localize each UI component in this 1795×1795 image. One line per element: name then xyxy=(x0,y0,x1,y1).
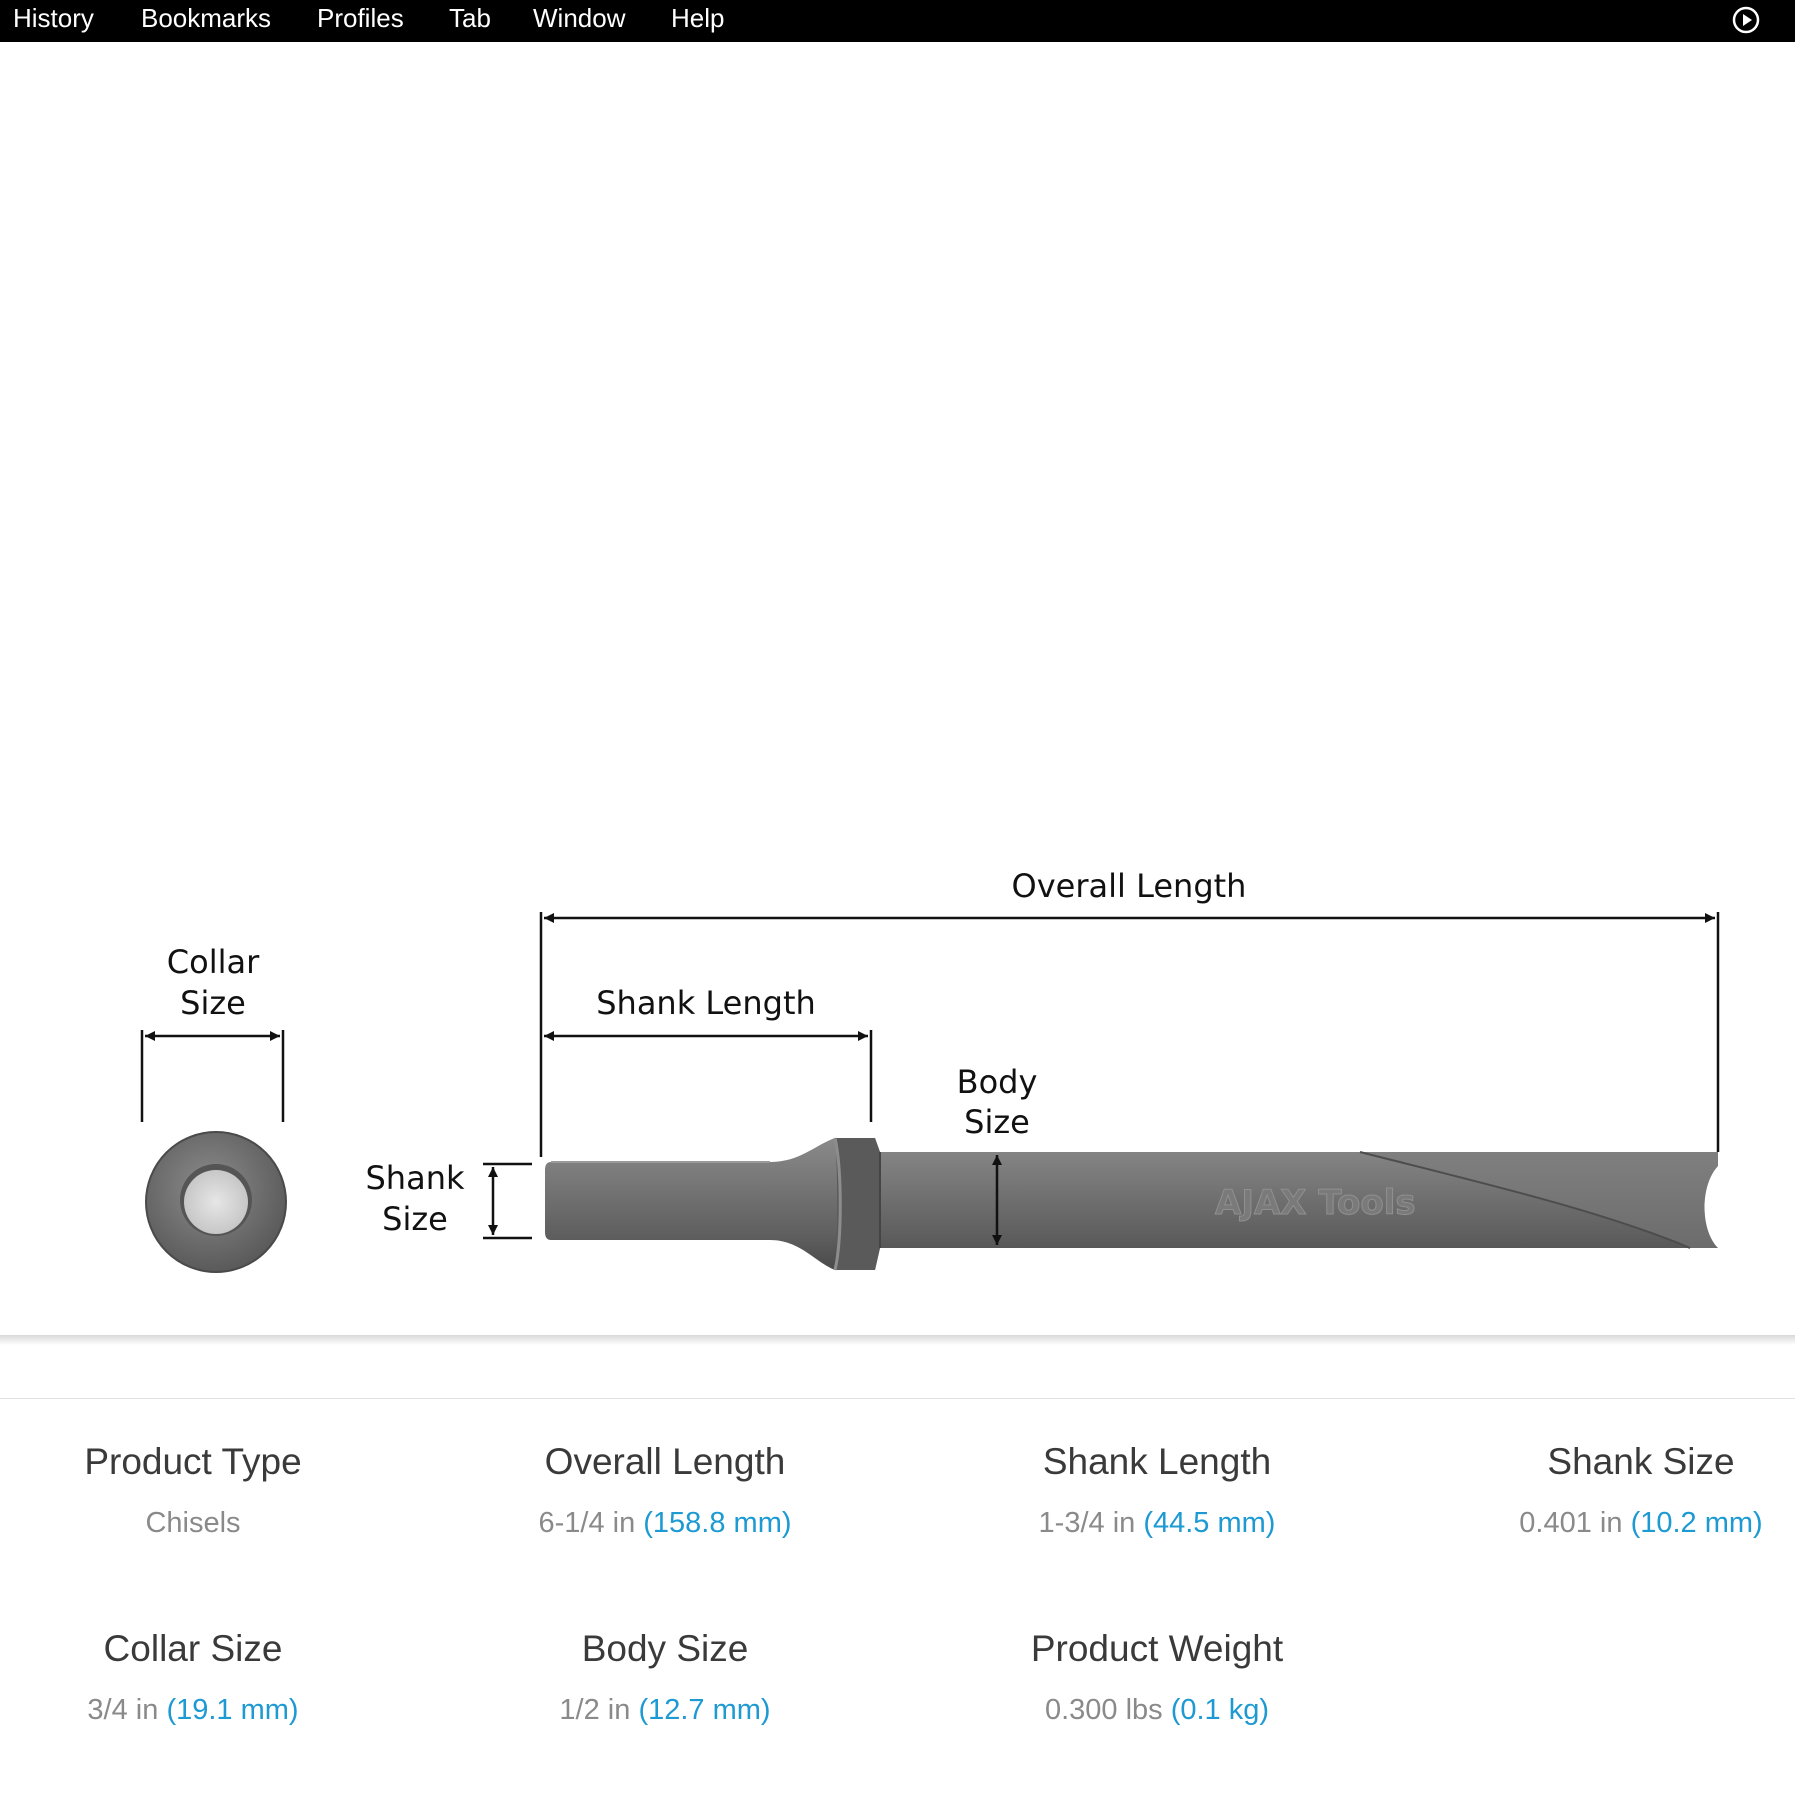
spec-value-imperial: 1/2 in xyxy=(559,1694,631,1726)
menu-bookmarks[interactable]: Bookmarks xyxy=(141,0,271,36)
overall-length-dimension xyxy=(539,912,1720,1157)
spec-value-imperial: 3/4 in xyxy=(87,1694,159,1726)
collar-size-label-line2: Size xyxy=(180,984,246,1022)
spec-value-imperial: 0.300 lbs xyxy=(1044,1694,1163,1726)
spec-label: Product Weight xyxy=(1030,1628,1284,1669)
body-size-label-line2: Size xyxy=(964,1103,1030,1141)
spec-label: Overall Length xyxy=(544,1441,786,1482)
spec-value: 0.300 lbs (0.1 kg) xyxy=(947,1693,1367,1727)
menu-tab[interactable]: Tab xyxy=(449,0,491,36)
spec-label: Body Size xyxy=(581,1628,749,1669)
spec-body-size: Body Size 1/2 in (12.7 mm) xyxy=(455,1627,875,1727)
shank-length-dimension xyxy=(544,1030,873,1122)
spec-value: 6-1/4 in (158.8 mm) xyxy=(455,1506,875,1540)
collar-end-view xyxy=(145,1131,287,1273)
spec-product-weight: Product Weight 0.300 lbs (0.1 kg) xyxy=(947,1627,1367,1727)
spec-value: 0.401 in (10.2 mm) xyxy=(1431,1506,1795,1540)
menu-history[interactable]: History xyxy=(13,0,94,36)
spec-value: 1-3/4 in (44.5 mm) xyxy=(947,1506,1367,1540)
spec-value-metric: (158.8 mm) xyxy=(643,1507,792,1539)
shank-size-dimension xyxy=(483,1162,532,1240)
spec-value-imperial: 6-1/4 in xyxy=(538,1507,636,1539)
menu-bar: History Bookmarks Profiles Tab Window He… xyxy=(0,0,1795,42)
spec-collar-size: Collar Size 3/4 in (19.1 mm) xyxy=(0,1627,403,1727)
shank-length-label: Shank Length xyxy=(596,984,816,1022)
chisel-tool-image: AJAX Tools xyxy=(545,1137,1718,1271)
spec-value-metric: (44.5 mm) xyxy=(1143,1507,1276,1539)
spec-product-type: Product Type Chisels xyxy=(0,1440,403,1540)
body-size-label-line1: Body xyxy=(957,1063,1038,1101)
shank-size-label-line2: Size xyxy=(382,1200,448,1238)
spec-value-metric: (10.2 mm) xyxy=(1630,1507,1763,1539)
section-divider xyxy=(0,1335,1795,1345)
spec-value-imperial: Chisels xyxy=(145,1507,241,1539)
spec-value: 3/4 in (19.1 mm) xyxy=(0,1693,403,1727)
spec-value-imperial: 1-3/4 in xyxy=(1038,1507,1136,1539)
specs-top-rule xyxy=(0,1398,1795,1399)
spec-label: Collar Size xyxy=(103,1628,283,1669)
play-circle-icon[interactable] xyxy=(1731,5,1761,35)
spec-overall-length: Overall Length 6-1/4 in (158.8 mm) xyxy=(455,1440,875,1540)
overall-length-label: Overall Length xyxy=(1012,867,1247,905)
collar-size-dimension xyxy=(140,1030,285,1122)
collar-size-label-line1: Collar xyxy=(167,943,260,981)
ajax-tools-logo: AJAX Tools xyxy=(1215,1183,1416,1223)
spec-value-metric: (0.1 kg) xyxy=(1170,1694,1270,1726)
menu-profiles[interactable]: Profiles xyxy=(317,0,404,36)
menu-window[interactable]: Window xyxy=(533,0,625,36)
spec-value: 1/2 in (12.7 mm) xyxy=(455,1693,875,1727)
spec-shank-size: Shank Size 0.401 in (10.2 mm) xyxy=(1431,1440,1795,1540)
menu-help[interactable]: Help xyxy=(671,0,724,36)
spec-label: Shank Size xyxy=(1547,1441,1735,1482)
spec-shank-length: Shank Length 1-3/4 in (44.5 mm) xyxy=(947,1440,1367,1540)
spec-value-metric: (12.7 mm) xyxy=(638,1694,771,1726)
spec-value-metric: (19.1 mm) xyxy=(166,1694,299,1726)
tool-dimension-diagram: Collar Size Overall Length Shank Length … xyxy=(140,867,1720,1273)
spec-label: Product Type xyxy=(84,1441,302,1482)
spec-value: Chisels xyxy=(0,1506,403,1540)
spec-label: Shank Length xyxy=(1042,1441,1272,1482)
shank-size-label-line1: Shank xyxy=(365,1159,464,1197)
spec-value-imperial: 0.401 in xyxy=(1519,1507,1623,1539)
